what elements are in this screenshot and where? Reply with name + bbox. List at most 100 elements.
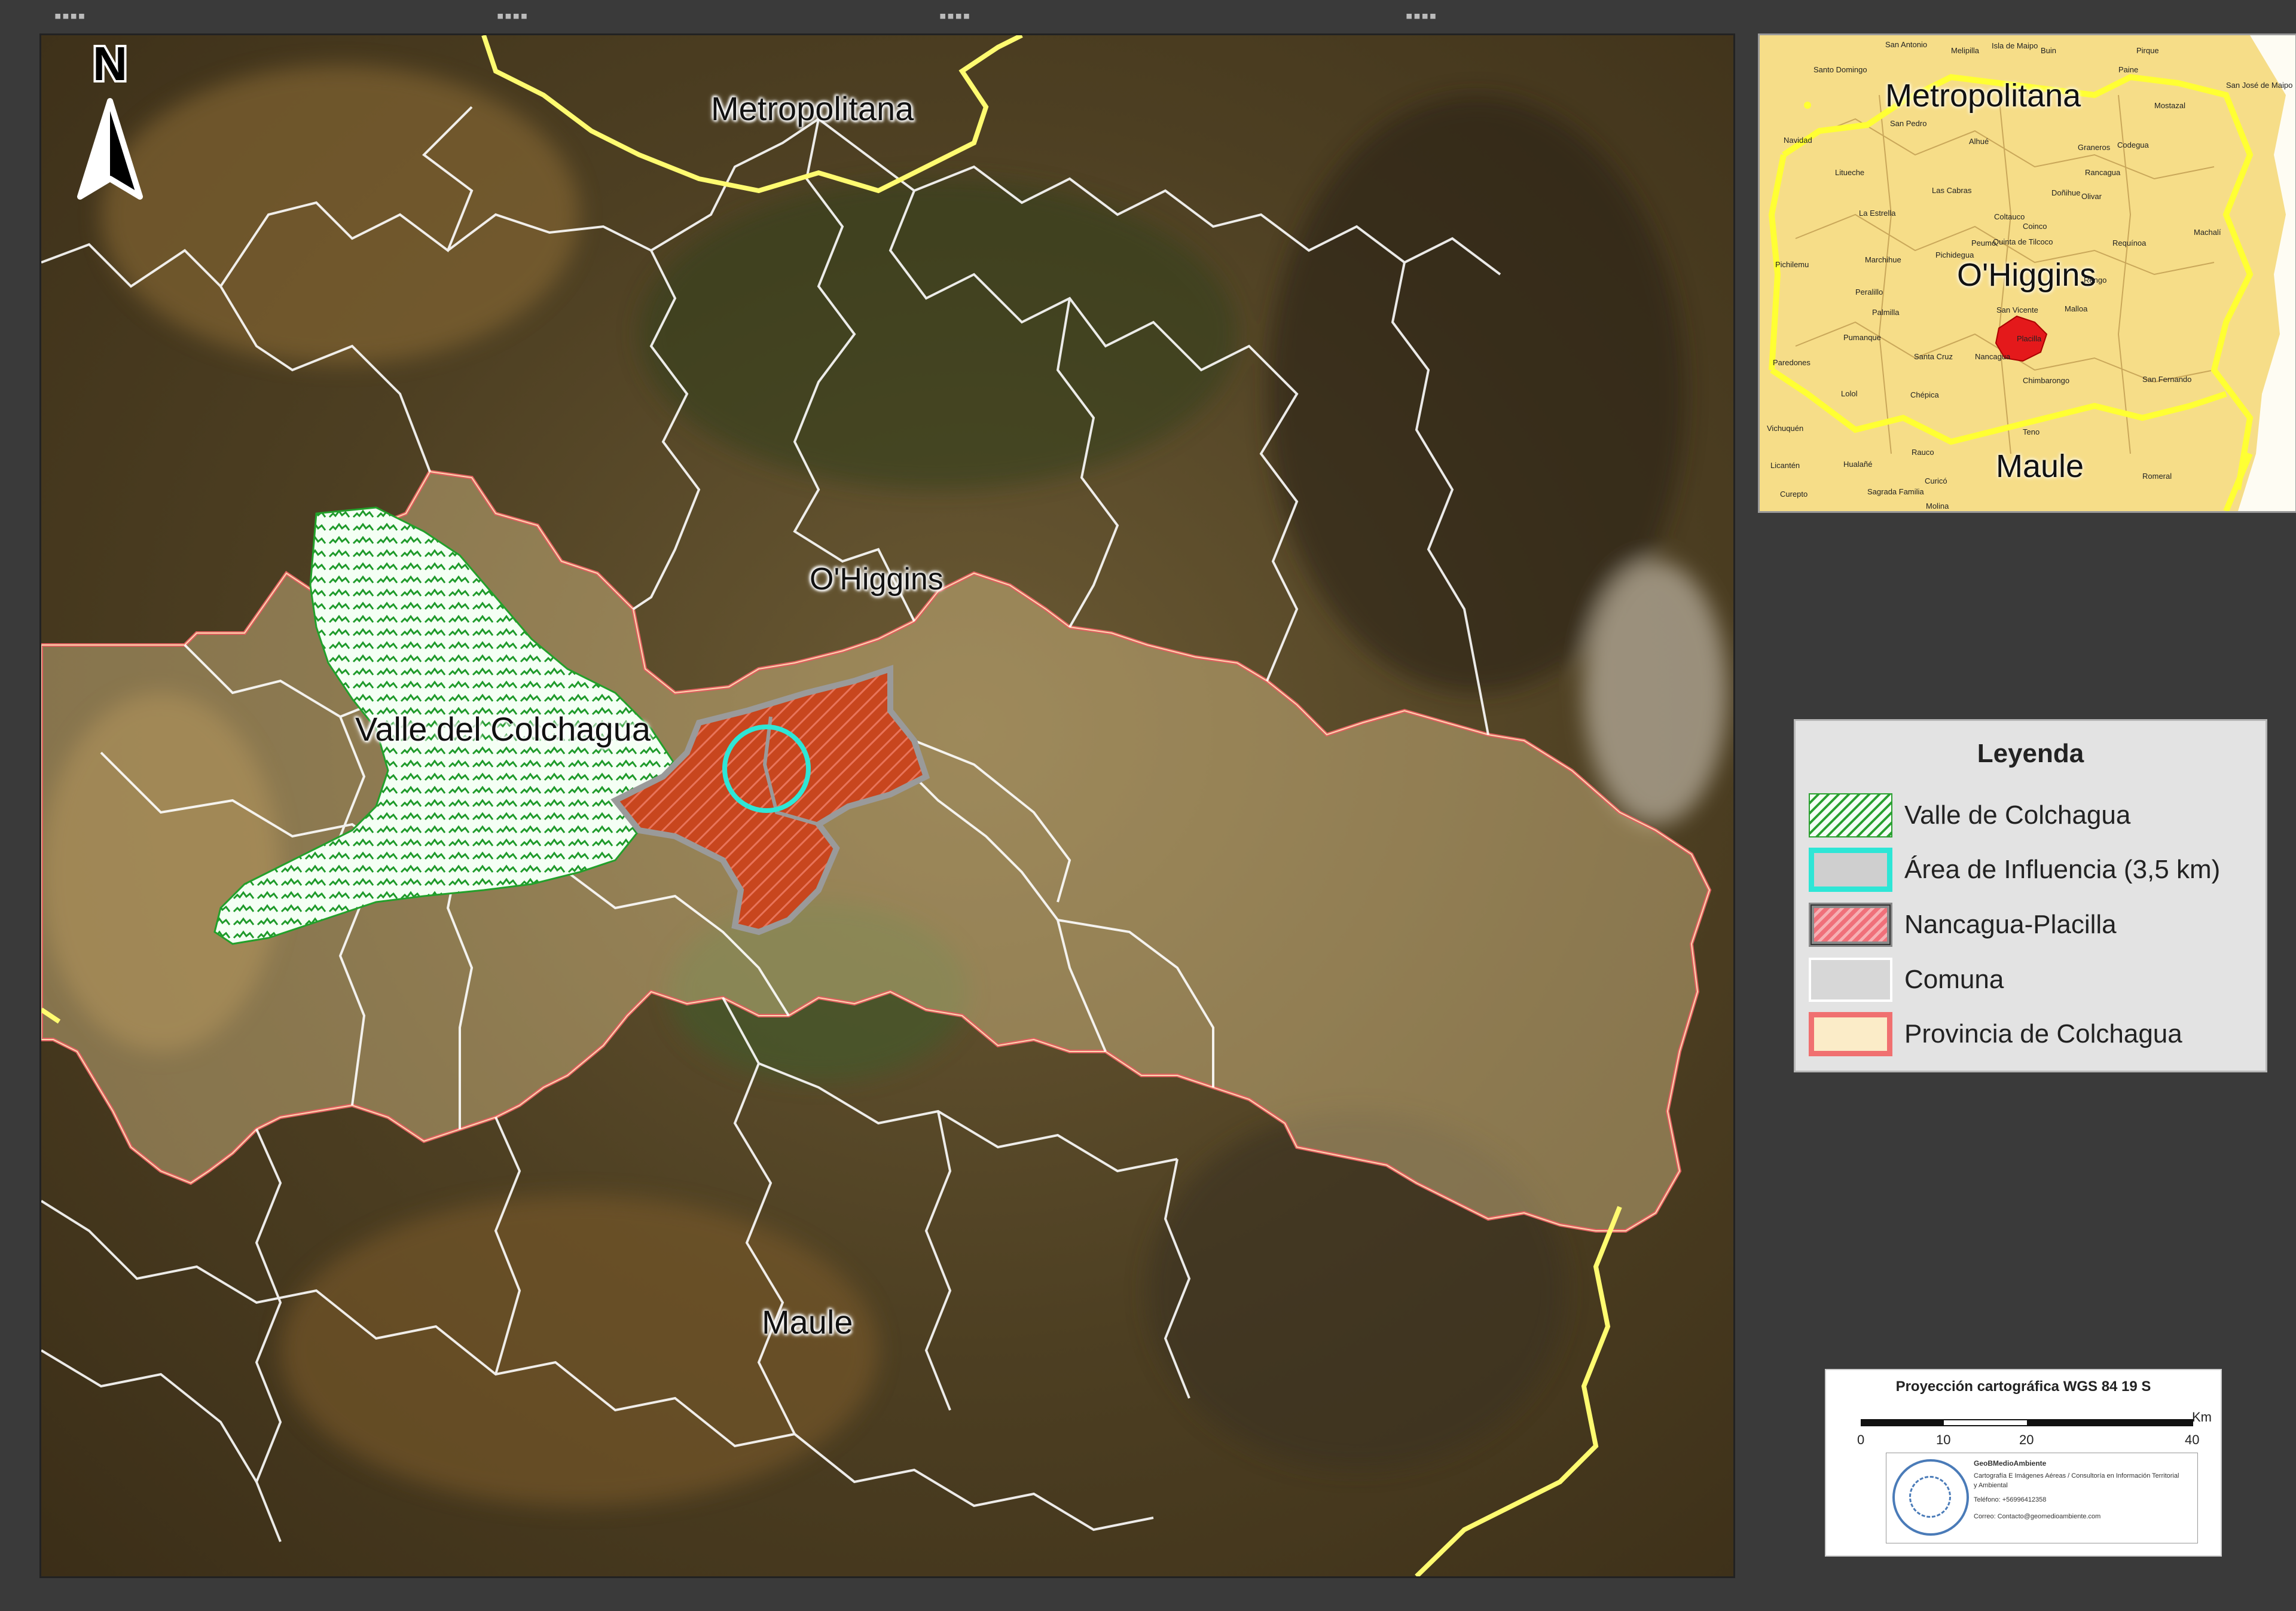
scale-tick-label: 0 bbox=[1857, 1432, 1865, 1447]
inset-label-metropolitana: Metropolitana bbox=[1885, 78, 2081, 114]
inset-town-label: Molina bbox=[1926, 502, 1949, 510]
credit-line1: Cartografía E Imágenes Aéreas / Consulto… bbox=[1974, 1472, 2179, 1479]
label-metropolitana: Metropolitana bbox=[711, 90, 914, 127]
inset-town-label: Quinta de Tilcoco bbox=[1993, 237, 2053, 246]
inset-town-label: Hualañé bbox=[1843, 460, 1873, 469]
inset-label-maule: Maule bbox=[1996, 448, 2084, 484]
inset-town-label: Santa Cruz bbox=[1914, 352, 1953, 361]
inset-town-label: Paredones bbox=[1773, 358, 1810, 367]
inset-town-label: Melipilla bbox=[1951, 46, 1979, 55]
north-arrow-icon: N bbox=[77, 35, 143, 200]
inset-town-label: Pirque bbox=[2136, 46, 2159, 55]
frame-tick: ▪▪▪▪ bbox=[939, 8, 970, 23]
scale-bar bbox=[1861, 1419, 2193, 1426]
scale-tick-label: 20 bbox=[2019, 1432, 2034, 1447]
map-canvas bbox=[41, 35, 1733, 1576]
credit-block: GeoBMedioAmbiente Cartografía E Imágenes… bbox=[1886, 1453, 2198, 1543]
influence-swatch-icon bbox=[1809, 848, 1892, 892]
label-ohiggins: O'Higgins bbox=[810, 562, 944, 597]
inset-town-label: La Estrella bbox=[1859, 209, 1896, 218]
inset-town-label: Codegua bbox=[2117, 140, 2149, 149]
inset-town-label: Palmilla bbox=[1872, 308, 1900, 317]
frame-tick: ▪▪▪▪ bbox=[54, 8, 86, 23]
inset-town-label: Pichidegua bbox=[1935, 250, 1974, 259]
legend-item-comuna: Comuna bbox=[1809, 956, 2004, 1004]
scale-tick-label: 40 bbox=[2185, 1432, 2200, 1447]
inset-town-label: Litueche bbox=[1835, 168, 1865, 177]
inset-town-label: San José de Maipo bbox=[2226, 81, 2293, 90]
legend-item-provincia: Provincia de Colchagua bbox=[1809, 1010, 2182, 1058]
main-map[interactable]: N Metropolitana O'Higgins Valle del Colc… bbox=[39, 33, 1735, 1578]
inset-town-label: San Vicente bbox=[1996, 305, 2038, 314]
inset-town-label: Licantén bbox=[1770, 461, 1800, 470]
inset-town-label: Chépica bbox=[1910, 390, 1939, 399]
projection-label: Proyección cartográfica WGS 84 19 S bbox=[1895, 1378, 2151, 1395]
inset-town-label: Coinco bbox=[2023, 222, 2047, 231]
scale-tick-label: 10 bbox=[1936, 1432, 1951, 1447]
company-logo-icon bbox=[1892, 1459, 1969, 1536]
legend-label: Nancagua-Placilla bbox=[1904, 910, 2117, 939]
scale-panel: Proyección cartográfica WGS 84 19 S Km 0… bbox=[1825, 1369, 2222, 1557]
inset-label-ohiggins: O'Higgins bbox=[1957, 257, 2096, 293]
inset-town-label: Marchihue bbox=[1865, 255, 1901, 264]
inset-town-label: Olivar bbox=[2081, 192, 2102, 201]
inset-town-label: Alhué bbox=[1969, 137, 1989, 146]
inset-town-label: San Fernando bbox=[2142, 375, 2192, 384]
inset-town-label: Requínoa bbox=[2112, 239, 2147, 247]
inset-town-label: Isla de Maipo bbox=[1992, 41, 2038, 50]
inset-town-label: Paine bbox=[2118, 65, 2139, 74]
inset-town-label: Chimbarongo bbox=[2023, 376, 2070, 385]
inset-town-label: Mostazal bbox=[2154, 101, 2186, 110]
credit-phone: Teléfono: +56996412358 bbox=[1974, 1496, 2047, 1503]
scale-unit: Km bbox=[2192, 1410, 2212, 1424]
inset-town-label: Peumo bbox=[1971, 239, 1996, 247]
credit-email: Correo: Contacto@geomedioambiente.com bbox=[1974, 1513, 2101, 1520]
legend-label: Valle de Colchagua bbox=[1904, 800, 2131, 830]
label-valle-del-colchagua: Valle del Colchagua bbox=[355, 710, 651, 748]
credit-name: GeoBMedioAmbiente bbox=[1974, 1459, 2047, 1468]
inset-town-label: Placilla bbox=[2017, 334, 2042, 343]
inset-town-label: Pumanque bbox=[1843, 333, 1881, 342]
inset-town-label: Curicó bbox=[1925, 476, 1947, 485]
inset-town-label: Vichuquén bbox=[1767, 424, 1804, 433]
inset-town-label: Doñihue bbox=[2051, 188, 2081, 197]
inset-town-label: Peralillo bbox=[1855, 288, 1883, 296]
inset-town-label: Lolol bbox=[1841, 389, 1858, 398]
comuna-swatch-icon bbox=[1809, 958, 1892, 1002]
inset-town-label: Graneros bbox=[2078, 143, 2111, 152]
inset-town-label: Romeral bbox=[2142, 472, 2172, 481]
frame-tick: ▪▪▪▪ bbox=[1405, 8, 1437, 23]
legend-item-nancagua: Nancagua-Placilla bbox=[1809, 901, 2117, 949]
legend-title: Leyenda bbox=[1977, 739, 2084, 768]
inset-town-label: Rancagua bbox=[2085, 168, 2121, 177]
label-maule: Maule bbox=[762, 1303, 853, 1341]
legend-panel: Leyenda Valle de Colchagua Área de Influ… bbox=[1794, 719, 2267, 1072]
inset-town-label: Navidad bbox=[1784, 136, 1812, 145]
legend-item-influencia: Área de Influencia (3,5 km) bbox=[1809, 846, 2220, 894]
inset-town-label: Curepto bbox=[1780, 490, 1808, 499]
north-letter: N bbox=[93, 37, 127, 90]
legend-label: Área de Influencia (3,5 km) bbox=[1904, 855, 2221, 884]
inset-town-label: Las Cabras bbox=[1932, 186, 1972, 195]
legend-label: Provincia de Colchagua bbox=[1904, 1019, 2182, 1048]
inset-town-label: Nancagua bbox=[1975, 352, 2011, 361]
legend-label: Comuna bbox=[1904, 965, 2004, 994]
provincia-swatch-icon bbox=[1809, 1012, 1892, 1056]
inset-town-label: Rengo bbox=[2084, 276, 2107, 285]
inset-town-label: Coltauco bbox=[1994, 212, 2025, 221]
inset-town-label: Buin bbox=[2041, 46, 2057, 55]
inset-town-label: Machalí bbox=[2194, 228, 2221, 237]
frame-tick: ▪▪▪▪ bbox=[496, 8, 528, 23]
inset-map[interactable]: Metropolitana O'Higgins Maule San Antoni… bbox=[1758, 33, 2296, 513]
credit-line2: y Ambiental bbox=[1974, 1482, 2008, 1489]
nancagua-swatch-icon bbox=[1809, 903, 1892, 947]
inset-town-label: Sagrada Familia bbox=[1867, 487, 1924, 496]
inset-town-label: Rauco bbox=[1912, 448, 1934, 457]
valle-swatch-icon bbox=[1809, 793, 1892, 837]
inset-town-label: Pichilemu bbox=[1775, 260, 1809, 269]
inset-town-label: Teno bbox=[2023, 427, 2040, 436]
inset-town-label: Malloa bbox=[2065, 304, 2088, 313]
inset-town-label: Santo Domingo bbox=[1813, 65, 1867, 74]
legend-item-valle: Valle de Colchagua bbox=[1809, 791, 2130, 839]
inset-town-label: San Pedro bbox=[1890, 119, 1927, 128]
